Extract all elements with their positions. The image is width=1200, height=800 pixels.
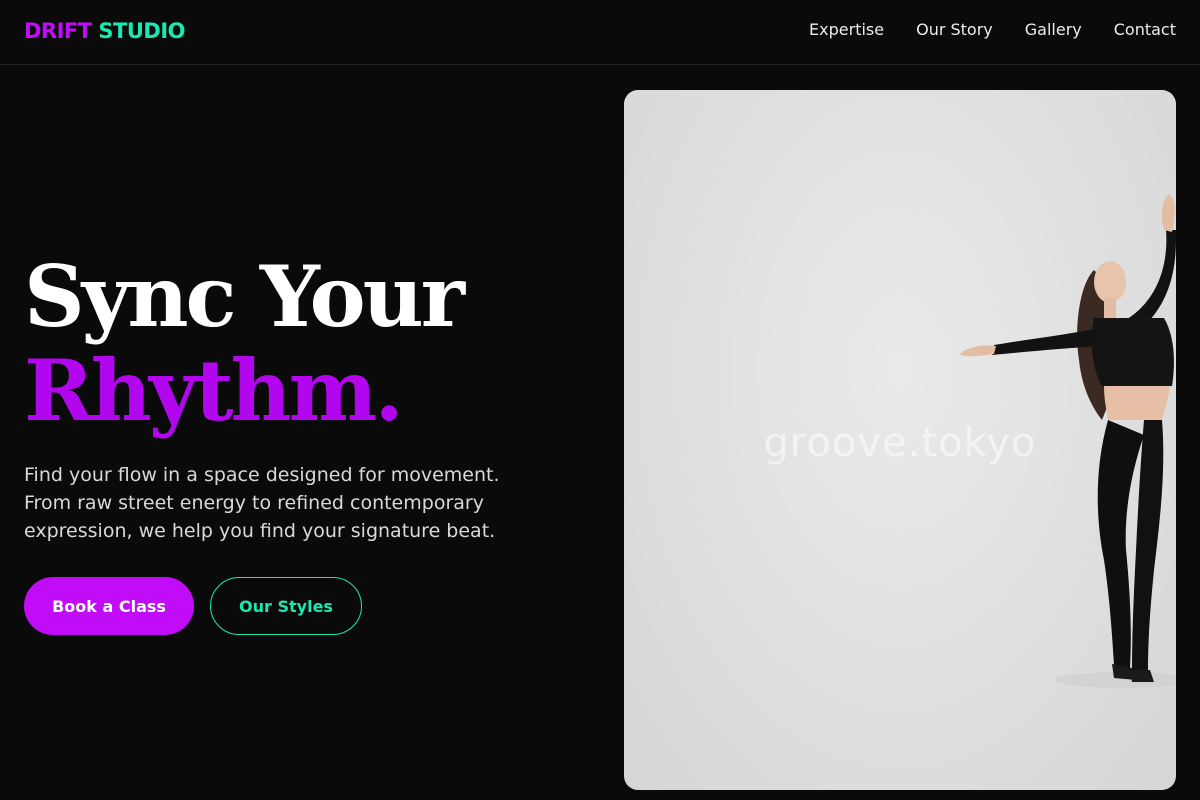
- book-class-button[interactable]: Book a Class: [24, 577, 194, 635]
- our-styles-button[interactable]: Our Styles: [210, 577, 362, 635]
- photo-watermark: groove.tokyo: [763, 420, 1037, 466]
- nav-link-gallery[interactable]: Gallery: [1025, 19, 1082, 41]
- main-nav: Expertise Our Story Gallery Contact: [809, 19, 1176, 41]
- dancer-photo: groove.tokyo: [624, 90, 1176, 790]
- hero-description: Find your flow in a space designed for m…: [24, 464, 500, 542]
- hero-title-line2: Rhythm.: [24, 341, 404, 440]
- hero-title: Sync Your Rhythm.: [24, 247, 465, 440]
- nav-link-contact[interactable]: Contact: [1114, 19, 1176, 41]
- nav-link-expertise[interactable]: Expertise: [809, 19, 884, 41]
- nav-link-our-story[interactable]: Our Story: [916, 19, 993, 41]
- brand-name-part1: DRIFT: [24, 19, 92, 43]
- hero-title-line1: Sync Your: [24, 247, 465, 346]
- top-navbar: DRIFT STUDIO Expertise Our Story Gallery…: [0, 0, 1200, 65]
- brand-logo[interactable]: DRIFT STUDIO: [24, 18, 186, 44]
- brand-name-part2: STUDIO: [98, 19, 186, 43]
